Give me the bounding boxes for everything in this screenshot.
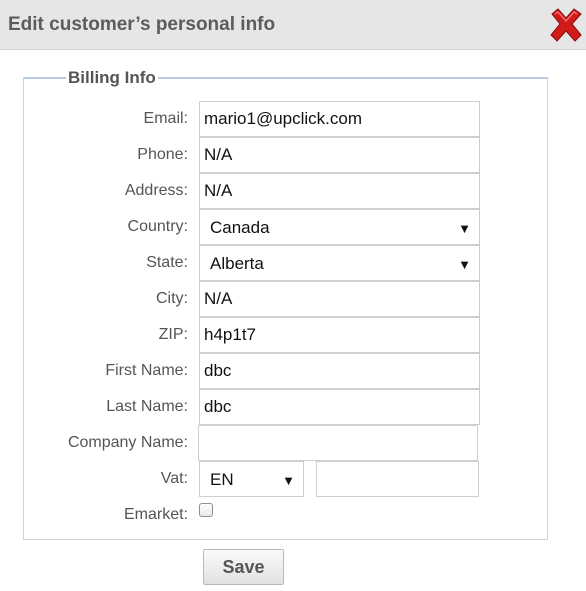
- address-label: Address:: [124, 182, 188, 199]
- vat-label: Vat:: [160, 470, 188, 487]
- country-select[interactable]: Canada ▼: [199, 209, 480, 245]
- email-label: Email:: [143, 110, 188, 127]
- company-name-input[interactable]: [198, 425, 478, 461]
- zip-input[interactable]: [199, 317, 480, 353]
- chevron-down-icon: ▼: [458, 221, 471, 236]
- phone-input[interactable]: [199, 137, 480, 173]
- dialog-titlebar: Edit customer’s personal info: [0, 0, 586, 50]
- billing-info-legend: Billing Info: [66, 68, 158, 88]
- first-name-label: First Name:: [105, 362, 188, 379]
- save-button[interactable]: Save: [203, 549, 284, 585]
- emarket-label: Emarket:: [123, 506, 188, 523]
- last-name-label: Last Name:: [106, 398, 188, 415]
- city-label: City:: [156, 290, 188, 307]
- state-select[interactable]: Alberta ▼: [199, 245, 480, 281]
- close-button[interactable]: [547, 6, 585, 44]
- state-selected-value: Alberta: [210, 254, 264, 273]
- close-x-icon: [550, 8, 582, 42]
- vat-number-input[interactable]: [316, 461, 479, 497]
- dialog-title: Edit customer’s personal info: [8, 14, 276, 35]
- state-label: State:: [146, 254, 188, 271]
- email-input[interactable]: [199, 101, 480, 137]
- emarket-checkbox[interactable]: [199, 503, 213, 517]
- company-name-label: Company Name:: [67, 434, 188, 451]
- chevron-down-icon: ▼: [282, 473, 295, 488]
- vat-country-select[interactable]: EN ▼: [199, 461, 304, 497]
- first-name-input[interactable]: [199, 353, 480, 389]
- vat-country-selected-value: EN: [210, 470, 234, 489]
- country-label: Country:: [127, 218, 188, 235]
- edit-customer-dialog: Edit customer’s personal info Billing In…: [0, 0, 586, 591]
- city-input[interactable]: [199, 281, 480, 317]
- zip-label: ZIP:: [158, 326, 188, 343]
- address-input[interactable]: [199, 173, 480, 209]
- chevron-down-icon: ▼: [458, 257, 471, 272]
- country-selected-value: Canada: [210, 218, 270, 237]
- last-name-input[interactable]: [199, 389, 480, 425]
- phone-label: Phone:: [137, 146, 188, 163]
